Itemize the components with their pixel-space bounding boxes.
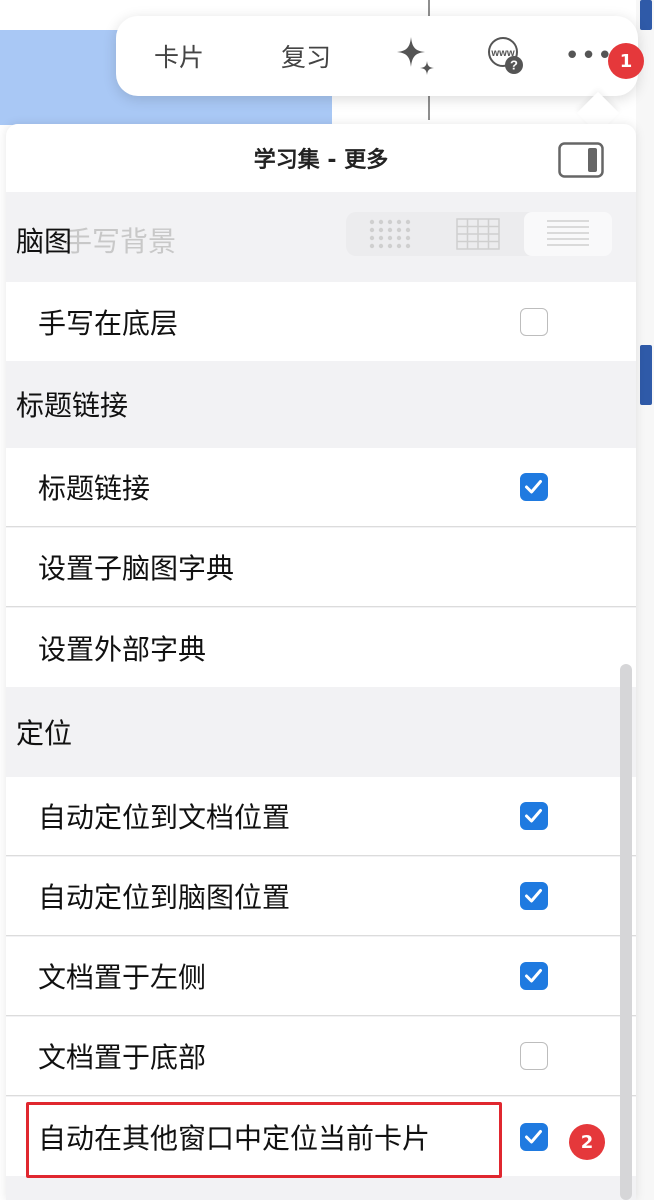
- row-label: 自动在其他窗口中定位当前卡片: [38, 1121, 431, 1155]
- doc-bottom-checkbox[interactable]: [520, 1042, 548, 1070]
- sidebar-toggle-icon[interactable]: [558, 142, 604, 178]
- background-mark: [640, 0, 652, 30]
- background-right-strip: [636, 0, 654, 1200]
- row-set-sub-mindmap-dict[interactable]: 设置子脑图字典: [6, 528, 636, 607]
- background-mark: [640, 345, 652, 405]
- cards-button[interactable]: 卡片: [134, 16, 224, 96]
- sparkle-icon: [397, 37, 434, 75]
- row-locate-in-other-windows[interactable]: 自动在其他窗口中定位当前卡片: [6, 1097, 636, 1176]
- locate-other-windows-checkbox[interactable]: [520, 1122, 548, 1151]
- sparkle-button[interactable]: [384, 16, 444, 96]
- row-label: 自动定位到脑图位置: [38, 881, 291, 914]
- popover-title: 学习集 - 更多: [253, 148, 389, 173]
- svg-text:?: ?: [510, 58, 518, 73]
- row-label: 文档置于左侧: [38, 961, 207, 994]
- row-auto-locate-mindmap[interactable]: 自动定位到脑图位置: [6, 857, 636, 936]
- review-label: 复习: [280, 43, 331, 72]
- checkmark-icon: [525, 889, 542, 903]
- auto-locate-mindmap-checkbox[interactable]: [520, 882, 548, 910]
- doc-left-checkbox[interactable]: [520, 962, 548, 990]
- popover-header: 学习集 - 更多: [6, 124, 636, 192]
- handwriting-bottom-checkbox[interactable]: [520, 307, 548, 336]
- top-toolbar: 卡片 复习 www ? •••: [116, 16, 638, 96]
- row-handwriting-bottom[interactable]: 手写在底层: [6, 282, 636, 361]
- row-label: 标题链接: [38, 472, 151, 505]
- checkmark-icon: [525, 969, 542, 983]
- section-header-locate: 定位: [16, 717, 73, 750]
- checkmark-icon: [525, 480, 542, 494]
- row-label: 设置子脑图字典: [38, 552, 235, 585]
- row-label: 文档置于底部: [38, 1041, 207, 1074]
- review-button[interactable]: 复习: [266, 16, 346, 96]
- checkmark-icon: [525, 1129, 542, 1143]
- row-label: 手写在底层: [38, 306, 179, 340]
- title-link-checkbox[interactable]: [520, 473, 548, 501]
- section-header-mindmap: 脑图: [16, 225, 73, 258]
- more-button[interactable]: •••: [564, 16, 614, 96]
- row-label: 自动定位到文档位置: [38, 801, 291, 834]
- auto-locate-doc-checkbox[interactable]: [520, 802, 548, 830]
- step-badge-2: 2: [569, 1124, 605, 1160]
- checkmark-icon: [525, 809, 542, 823]
- section-header-title-link: 标题链接: [16, 389, 129, 422]
- row-doc-bottom[interactable]: 文档置于底部: [6, 1017, 636, 1096]
- step-badge-1: 1: [608, 43, 644, 79]
- row-set-external-dict[interactable]: 设置外部字典: [6, 608, 636, 687]
- popover-scrollbar[interactable]: [620, 664, 632, 1200]
- www-help-icon: www ?: [488, 37, 523, 74]
- row-label: 设置外部字典: [38, 632, 207, 666]
- web-help-button[interactable]: www ?: [476, 16, 536, 96]
- row-auto-locate-doc[interactable]: 自动定位到文档位置: [6, 777, 636, 856]
- row-title-link[interactable]: 标题链接: [6, 448, 636, 527]
- more-popover: 学习集 - 更多 手写背景 脑图 手写在底层 标题链接 标题链接 设置子脑图字典…: [6, 124, 636, 1200]
- cards-label: 卡片: [153, 43, 204, 72]
- row-doc-left[interactable]: 文档置于左侧: [6, 937, 636, 1016]
